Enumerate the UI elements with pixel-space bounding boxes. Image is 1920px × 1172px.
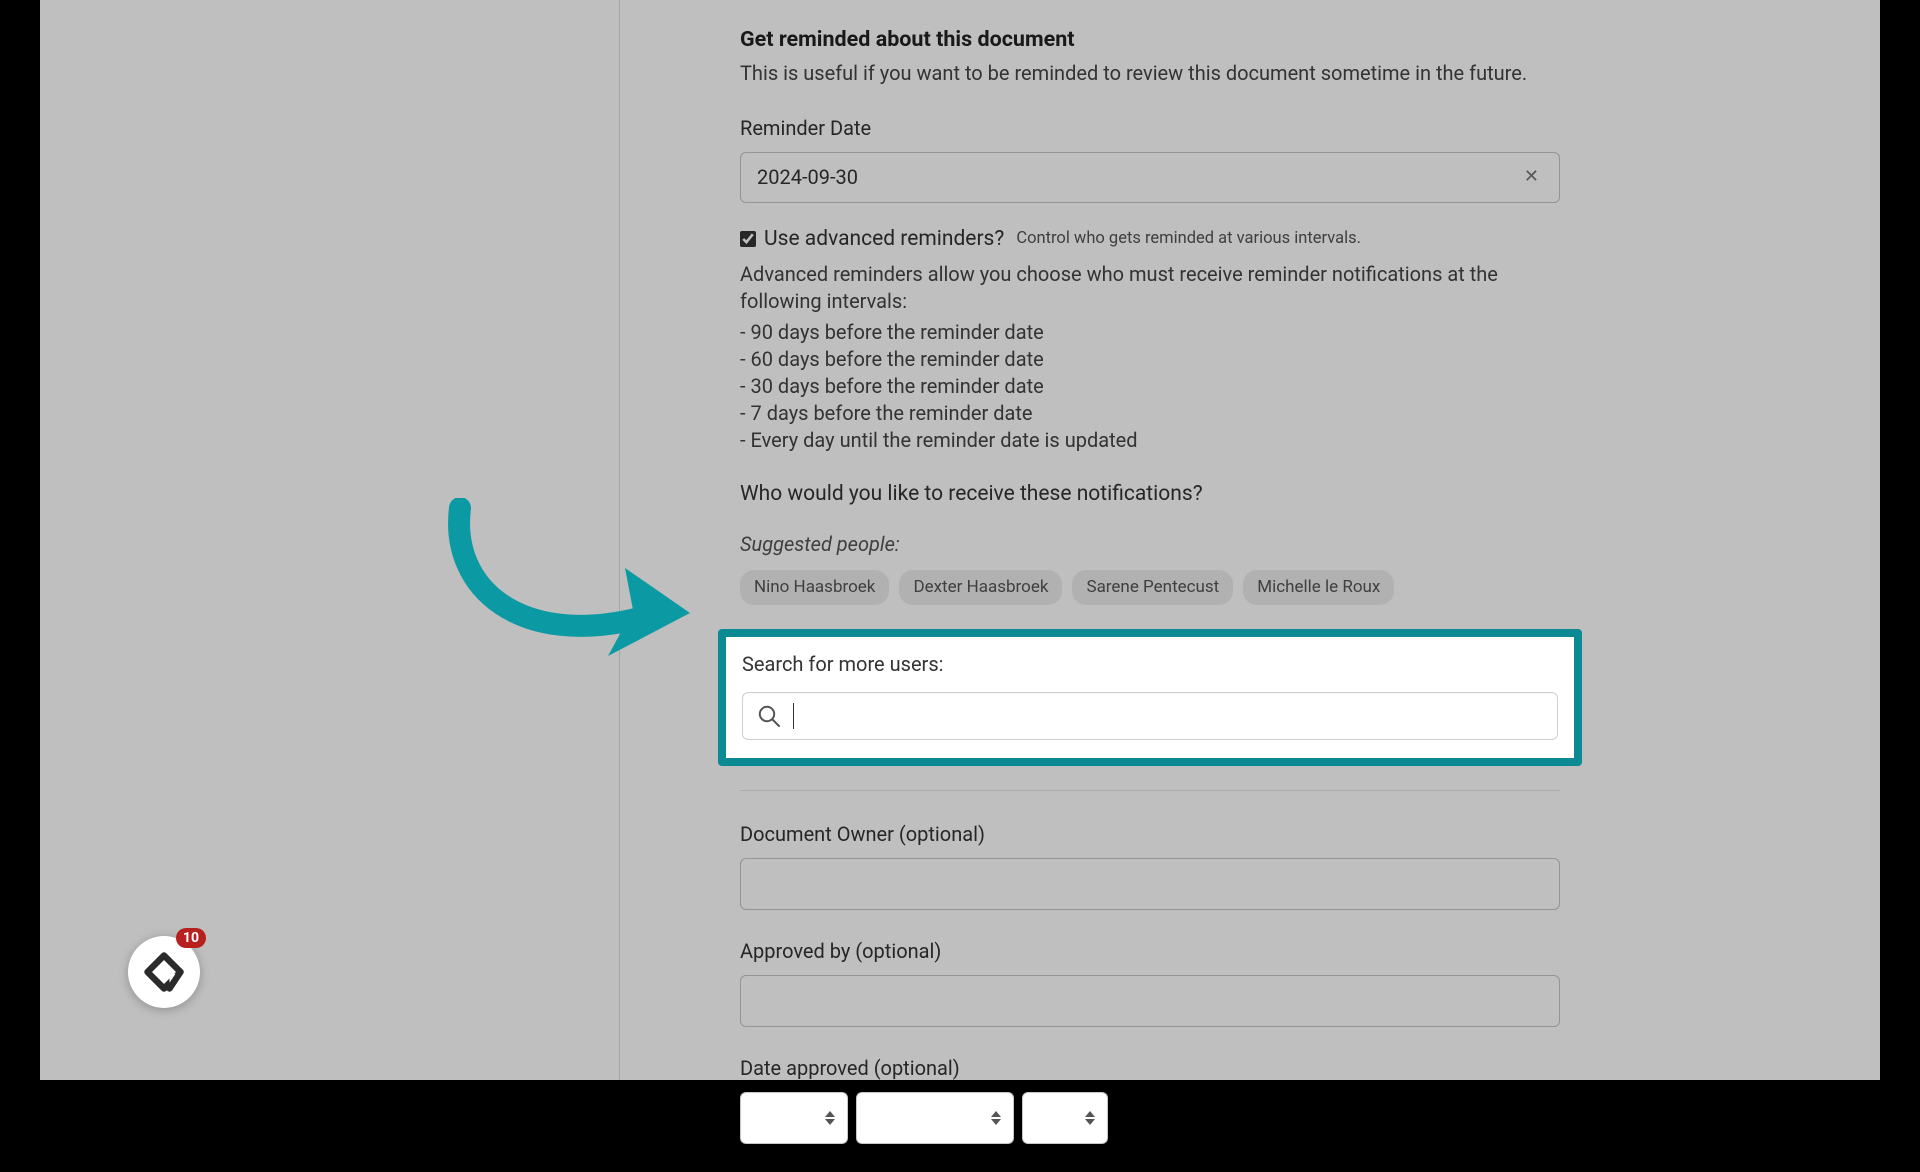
select-chevrons-icon <box>1085 1111 1095 1125</box>
reminder-date-input[interactable]: 2024-09-30 ✕ <box>740 152 1560 203</box>
reminder-heading: Get reminded about this document <box>740 25 1560 54</box>
advanced-description: Advanced reminders allow you choose who … <box>740 261 1560 315</box>
advanced-reminders-label[interactable]: Use advanced reminders? <box>764 225 1004 253</box>
interval-item: - Every day until the reminder date is u… <box>740 427 1560 454</box>
suggested-people-label: Suggested people: <box>740 531 1560 558</box>
reminder-subtext: This is useful if you want to be reminde… <box>740 60 1560 87</box>
date-approved-day-select[interactable] <box>740 1092 848 1144</box>
document-owner-label: Document Owner (optional) <box>740 821 1560 848</box>
reminder-date-value: 2024-09-30 <box>757 164 858 191</box>
date-approved-month-select[interactable] <box>856 1092 1014 1144</box>
left-sidebar <box>40 0 620 1080</box>
search-users-input[interactable] <box>806 704 1543 727</box>
advanced-intervals-list: - 90 days before the reminder date - 60 … <box>740 319 1560 454</box>
select-chevrons-icon <box>825 1111 835 1125</box>
search-users-label: Search for more users: <box>742 651 1558 678</box>
interval-item: - 90 days before the reminder date <box>740 319 1560 346</box>
help-widget-badge: 10 <box>176 928 206 948</box>
search-icon <box>757 704 781 728</box>
suggested-person-chip[interactable]: Sarene Pentecust <box>1072 570 1233 605</box>
help-widget-button[interactable]: 10 <box>128 936 200 1008</box>
app-logo-icon <box>142 950 186 994</box>
suggested-person-chip[interactable]: Michelle le Roux <box>1243 570 1394 605</box>
clear-date-icon[interactable]: ✕ <box>1520 165 1543 189</box>
advanced-reminders-hint: Control who gets reminded at various int… <box>1016 228 1361 250</box>
date-approved-label: Date approved (optional) <box>740 1055 1560 1082</box>
reminder-date-label: Reminder Date <box>740 115 1560 142</box>
approved-by-label: Approved by (optional) <box>740 938 1560 965</box>
notify-question: Who would you like to receive these noti… <box>740 480 1560 508</box>
interval-item: - 60 days before the reminder date <box>740 346 1560 373</box>
search-users-input-wrap[interactable] <box>742 692 1558 740</box>
section-divider <box>740 790 1560 791</box>
main-content: Get reminded about this document This is… <box>740 25 1560 1172</box>
search-users-highlight: Search for more users: <box>718 629 1582 766</box>
document-owner-input[interactable] <box>740 858 1560 910</box>
suggested-person-chip[interactable]: Dexter Haasbroek <box>899 570 1062 605</box>
interval-item: - 7 days before the reminder date <box>740 400 1560 427</box>
advanced-reminders-checkbox[interactable] <box>740 231 756 247</box>
date-approved-year-select[interactable] <box>1022 1092 1108 1144</box>
suggested-people-chips: Nino Haasbroek Dexter Haasbroek Sarene P… <box>740 570 1560 605</box>
select-chevrons-icon <box>991 1111 1001 1125</box>
text-caret <box>793 703 794 729</box>
interval-item: - 30 days before the reminder date <box>740 373 1560 400</box>
suggested-person-chip[interactable]: Nino Haasbroek <box>740 570 889 605</box>
approved-by-input[interactable] <box>740 975 1560 1027</box>
date-approved-selects <box>740 1092 1560 1144</box>
